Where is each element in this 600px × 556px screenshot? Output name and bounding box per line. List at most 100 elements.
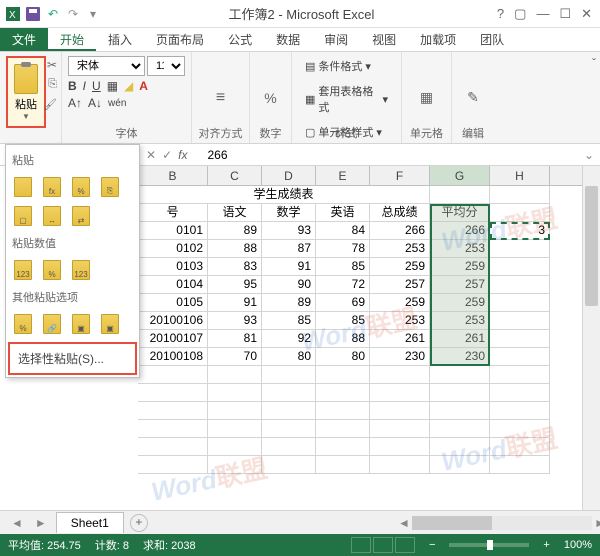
sheet-nav-next-icon[interactable]: ► bbox=[32, 516, 50, 530]
scroll-left-icon[interactable]: ◄ bbox=[398, 516, 410, 530]
font-color-button[interactable]: A bbox=[139, 79, 148, 93]
column-header[interactable]: E bbox=[316, 166, 370, 185]
cell[interactable] bbox=[490, 240, 550, 258]
collapse-ribbon-icon[interactable]: ˇ bbox=[592, 56, 596, 70]
cell[interactable] bbox=[370, 384, 430, 402]
cell[interactable] bbox=[370, 438, 430, 456]
cell[interactable] bbox=[490, 456, 550, 474]
cell[interactable]: 20100108 bbox=[138, 348, 208, 366]
cell[interactable]: 83 bbox=[208, 258, 262, 276]
horizontal-scroll-thumb[interactable] bbox=[412, 516, 492, 530]
cell[interactable]: 266 bbox=[370, 222, 430, 240]
cell[interactable] bbox=[262, 438, 316, 456]
cell[interactable] bbox=[370, 420, 430, 438]
cell[interactable]: 253 bbox=[430, 240, 490, 258]
cell[interactable] bbox=[138, 438, 208, 456]
cell[interactable]: 总成绩 bbox=[370, 204, 430, 222]
zoom-level[interactable]: 100% bbox=[564, 539, 592, 551]
cell[interactable]: 20100106 bbox=[138, 312, 208, 330]
paste-formulas-number-icon[interactable]: % bbox=[68, 174, 94, 200]
cell[interactable] bbox=[208, 402, 262, 420]
cell[interactable]: 0102 bbox=[138, 240, 208, 258]
increase-font-button[interactable]: A↑ bbox=[68, 96, 82, 110]
font-size-select[interactable]: 11 bbox=[147, 56, 185, 76]
maximize-icon[interactable]: ☐ bbox=[559, 6, 571, 22]
cell[interactable]: 259 bbox=[430, 258, 490, 276]
paste-formulas-icon[interactable]: fx bbox=[39, 174, 65, 200]
cell[interactable] bbox=[490, 258, 550, 276]
cell[interactable]: 266 bbox=[430, 222, 490, 240]
cell[interactable] bbox=[370, 366, 430, 384]
cell[interactable]: 93 bbox=[262, 222, 316, 240]
cell[interactable]: 88 bbox=[208, 240, 262, 258]
formula-bar[interactable]: 266 bbox=[201, 148, 577, 162]
cell[interactable] bbox=[316, 402, 370, 420]
cell[interactable]: 号 bbox=[138, 204, 208, 222]
cell[interactable]: 230 bbox=[370, 348, 430, 366]
cell[interactable] bbox=[490, 276, 550, 294]
title-cell[interactable]: 学生成绩表 bbox=[138, 186, 430, 204]
column-header[interactable]: G bbox=[430, 166, 490, 185]
column-header[interactable]: H bbox=[490, 166, 550, 185]
column-header[interactable]: C bbox=[208, 166, 262, 185]
cell[interactable]: 89 bbox=[208, 222, 262, 240]
cell[interactable] bbox=[316, 420, 370, 438]
tab-page-layout[interactable]: 页面布局 bbox=[144, 28, 216, 51]
cell[interactable]: 85 bbox=[316, 258, 370, 276]
cell[interactable] bbox=[430, 456, 490, 474]
cell[interactable] bbox=[370, 402, 430, 420]
horizontal-scrollbar[interactable]: ◄ ► bbox=[412, 516, 592, 530]
cell[interactable]: 93 bbox=[208, 312, 262, 330]
cell[interactable] bbox=[490, 312, 550, 330]
cell[interactable] bbox=[490, 384, 550, 402]
ribbon-options-icon[interactable]: ▢ bbox=[514, 6, 526, 22]
cell[interactable]: 257 bbox=[430, 276, 490, 294]
zoom-in-button[interactable]: + bbox=[543, 539, 549, 551]
tab-data[interactable]: 数据 bbox=[264, 28, 312, 51]
normal-view-button[interactable] bbox=[351, 537, 371, 553]
paste-linked-picture-icon[interactable]: ▣ bbox=[97, 311, 123, 337]
cell[interactable]: 0103 bbox=[138, 258, 208, 276]
cell[interactable] bbox=[208, 366, 262, 384]
cells-icon[interactable]: ▦ bbox=[420, 89, 433, 106]
enter-formula-icon[interactable]: ✓ bbox=[162, 148, 172, 162]
tab-formula[interactable]: 公式 bbox=[216, 28, 264, 51]
paste-formatting-icon[interactable]: % bbox=[10, 311, 36, 337]
save-icon[interactable] bbox=[25, 6, 41, 22]
paste-keep-source-icon[interactable]: ⎘ bbox=[97, 174, 123, 200]
paste-special-menuitem[interactable]: 选择性粘贴(S)... bbox=[8, 342, 137, 375]
cell[interactable] bbox=[430, 186, 490, 204]
cell[interactable]: 平均分 bbox=[430, 204, 490, 222]
border-button[interactable]: ▦ bbox=[107, 79, 118, 93]
align-icon[interactable]: ≡ bbox=[216, 89, 225, 107]
cell[interactable]: 3 bbox=[490, 222, 550, 240]
cell[interactable] bbox=[316, 384, 370, 402]
cell[interactable] bbox=[138, 420, 208, 438]
copy-icon[interactable]: ⎘ bbox=[48, 78, 57, 91]
expand-formula-icon[interactable]: ⌄ bbox=[578, 148, 600, 162]
page-break-view-button[interactable] bbox=[395, 537, 415, 553]
tab-home[interactable]: 开始 bbox=[48, 28, 96, 51]
cell[interactable]: 70 bbox=[208, 348, 262, 366]
cell[interactable]: 259 bbox=[370, 294, 430, 312]
cell[interactable]: 261 bbox=[370, 330, 430, 348]
column-headers[interactable]: BCDEFGH bbox=[138, 166, 582, 186]
cell[interactable]: 英语 bbox=[316, 204, 370, 222]
cell[interactable] bbox=[262, 384, 316, 402]
cell[interactable] bbox=[316, 366, 370, 384]
cell[interactable]: 语文 bbox=[208, 204, 262, 222]
cell[interactable]: 91 bbox=[208, 294, 262, 312]
cell[interactable] bbox=[138, 384, 208, 402]
cell[interactable] bbox=[138, 366, 208, 384]
paste-button[interactable]: 粘贴 ▼ bbox=[6, 56, 46, 128]
column-header[interactable]: F bbox=[370, 166, 430, 185]
cell[interactable] bbox=[430, 366, 490, 384]
undo-icon[interactable]: ↶ bbox=[45, 6, 61, 22]
underline-button[interactable]: U bbox=[92, 79, 101, 93]
paste-values-source-icon[interactable]: 123 bbox=[68, 257, 94, 283]
zoom-out-button[interactable]: − bbox=[429, 539, 435, 551]
cell[interactable]: 81 bbox=[208, 330, 262, 348]
paste-all-icon[interactable] bbox=[10, 174, 36, 200]
cell[interactable] bbox=[316, 456, 370, 474]
cell[interactable] bbox=[490, 438, 550, 456]
